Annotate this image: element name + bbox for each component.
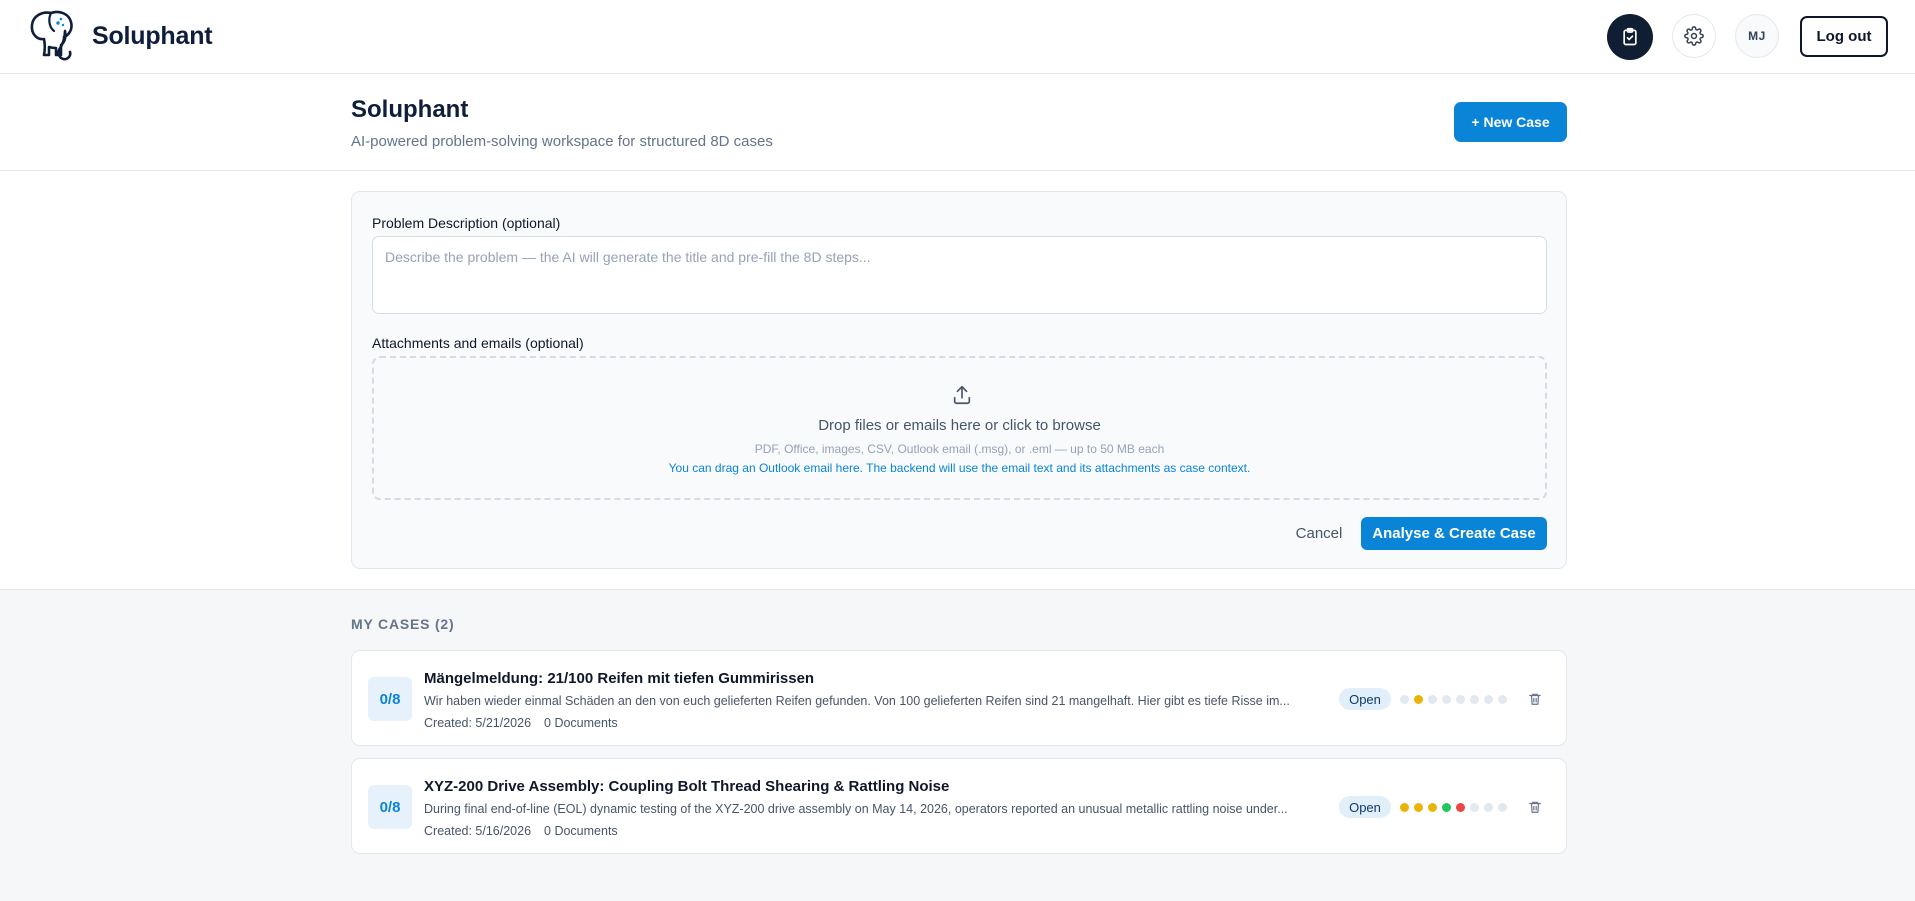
page-header: Soluphant AI-powered problem-solving wor…	[0, 74, 1915, 171]
step-progress-dots	[1400, 803, 1507, 812]
step-dot	[1414, 803, 1423, 812]
upload-icon	[953, 385, 971, 405]
step-dot	[1442, 803, 1451, 812]
cases-nav-button[interactable]	[1607, 14, 1653, 60]
cancel-button[interactable]: Cancel	[1287, 517, 1351, 550]
brand-name: Soluphant	[92, 21, 213, 50]
trash-icon	[1529, 801, 1541, 813]
status-badge: Open	[1339, 796, 1391, 818]
step-dot	[1400, 695, 1409, 704]
step-dot	[1428, 803, 1437, 812]
brand[interactable]: Soluphant	[29, 9, 213, 63]
elephant-logo-icon	[30, 10, 73, 61]
page-subtitle: AI-powered problem-solving workspace for…	[351, 133, 773, 150]
case-description: Wir haben wieder einmal Schäden an den v…	[424, 694, 1290, 708]
case-description: During final end-of-line (EOL) dynamic t…	[424, 802, 1288, 816]
page-title: Soluphant	[351, 96, 469, 123]
status-badge: Open	[1339, 688, 1391, 710]
step-dot	[1470, 803, 1479, 812]
step-dot	[1484, 695, 1493, 704]
step-progress-dots	[1400, 695, 1507, 704]
case-title[interactable]: XYZ-200 Drive Assembly: Coupling Bolt Th…	[424, 778, 949, 795]
new-case-section: Problem Description (optional) Attachmen…	[0, 171, 1915, 590]
case-meta: Created: 5/21/2026 0 Documents	[424, 716, 618, 730]
case-card[interactable]: 0/8 Mängelmeldung: 21/100 Reifen mit tie…	[351, 650, 1567, 746]
case-progress-badge: 0/8	[368, 785, 412, 829]
case-created-date: Created: 5/21/2026	[424, 716, 532, 730]
step-dot	[1456, 695, 1465, 704]
problem-description-input[interactable]	[372, 236, 1547, 314]
dropzone-outlook-hint: You can drag an Outlook email here. The …	[668, 461, 1251, 475]
trash-icon	[1529, 693, 1541, 705]
step-dot	[1414, 695, 1423, 704]
my-cases-heading: MY CASES (2)	[351, 616, 455, 632]
attachments-label: Attachments and emails (optional)	[372, 335, 584, 351]
step-dot	[1442, 695, 1451, 704]
settings-button[interactable]	[1672, 14, 1716, 58]
case-progress-badge: 0/8	[368, 677, 412, 721]
dropzone-formats: PDF, Office, images, CSV, Outlook email …	[754, 442, 1165, 456]
analyse-create-case-button[interactable]: Analyse & Create Case	[1361, 517, 1547, 550]
step-dot	[1498, 803, 1507, 812]
problem-description-label: Problem Description (optional)	[372, 215, 561, 231]
step-dot	[1428, 695, 1437, 704]
user-avatar[interactable]: MJ	[1735, 14, 1779, 58]
gear-icon	[1684, 26, 1704, 46]
step-dot	[1484, 803, 1493, 812]
case-document-count: 0 Documents	[544, 716, 618, 730]
step-dot	[1400, 803, 1409, 812]
delete-case-button[interactable]	[1525, 797, 1545, 817]
new-case-form: Problem Description (optional) Attachmen…	[351, 191, 1567, 569]
step-dot	[1470, 695, 1479, 704]
step-dot	[1498, 695, 1507, 704]
logout-button[interactable]: Log out	[1800, 16, 1888, 57]
case-meta: Created: 5/16/2026 0 Documents	[424, 824, 618, 838]
case-card[interactable]: 0/8 XYZ-200 Drive Assembly: Coupling Bol…	[351, 758, 1567, 854]
file-dropzone[interactable]: Drop files or emails here or click to br…	[372, 356, 1547, 500]
dropzone-title: Drop files or emails here or click to br…	[818, 417, 1101, 434]
step-dot	[1456, 803, 1465, 812]
case-created-date: Created: 5/16/2026	[424, 824, 532, 838]
case-title[interactable]: Mängelmeldung: 21/100 Reifen mit tiefen …	[424, 670, 814, 687]
delete-case-button[interactable]	[1525, 689, 1545, 709]
case-document-count: 0 Documents	[544, 824, 618, 838]
top-navigation: Soluphant MJ Log out	[0, 0, 1915, 74]
clipboard-check-icon	[1623, 27, 1637, 46]
new-case-button[interactable]: + New Case	[1454, 102, 1567, 142]
